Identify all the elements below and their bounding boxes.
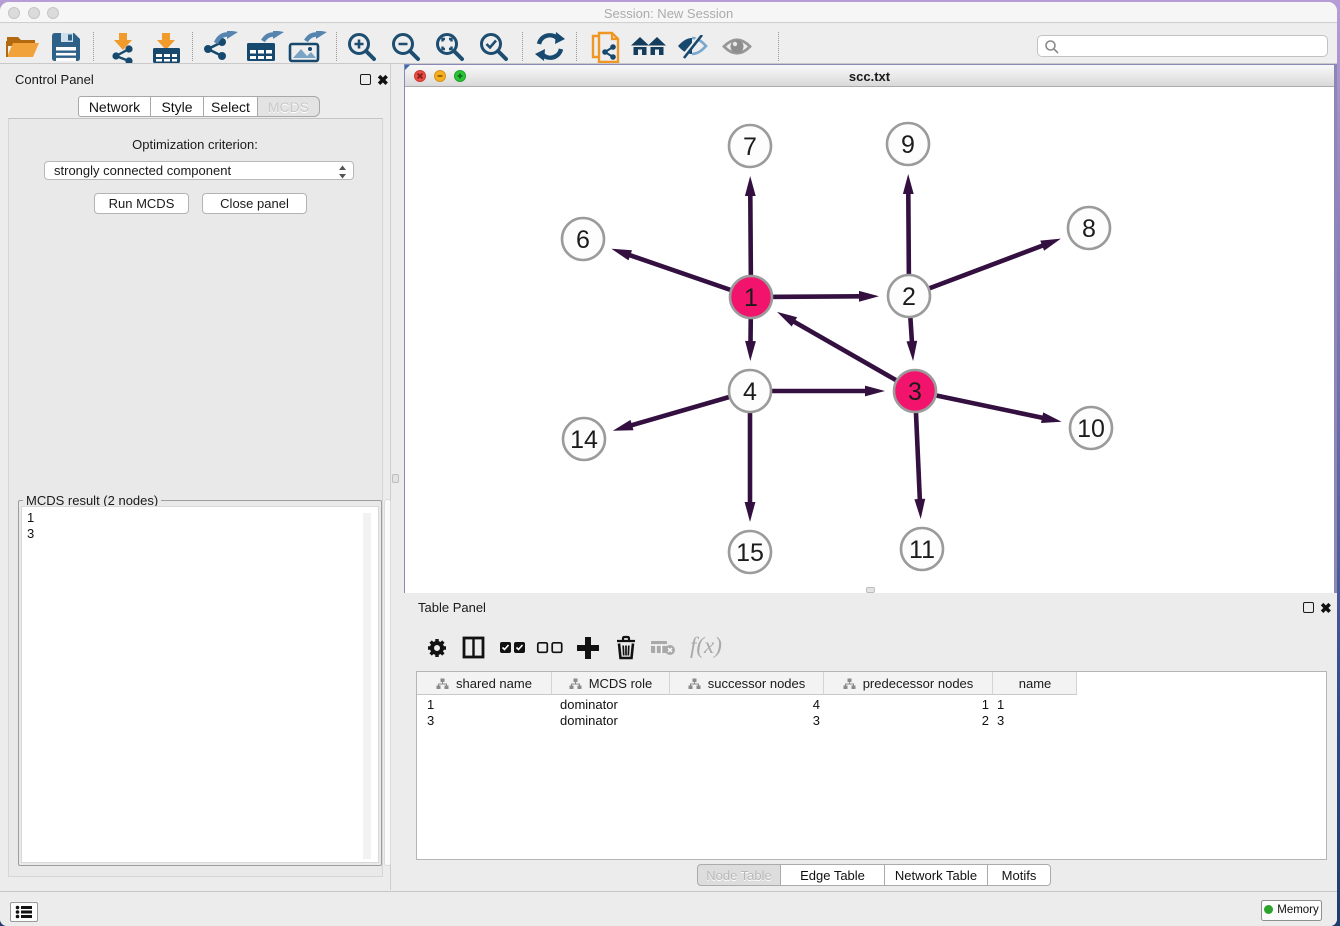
svg-text:11: 11 <box>909 536 935 564</box>
svg-text:1: 1 <box>744 284 758 312</box>
svg-text:9: 9 <box>901 131 915 159</box>
svg-text:6: 6 <box>576 226 590 254</box>
svg-text:14: 14 <box>570 426 598 454</box>
svg-text:7: 7 <box>743 133 757 161</box>
svg-text:15: 15 <box>736 539 764 567</box>
svg-text:8: 8 <box>1082 215 1096 243</box>
svg-text:3: 3 <box>908 378 922 406</box>
svg-text:10: 10 <box>1077 415 1105 443</box>
svg-text:4: 4 <box>743 378 757 406</box>
svg-text:2: 2 <box>902 283 916 311</box>
